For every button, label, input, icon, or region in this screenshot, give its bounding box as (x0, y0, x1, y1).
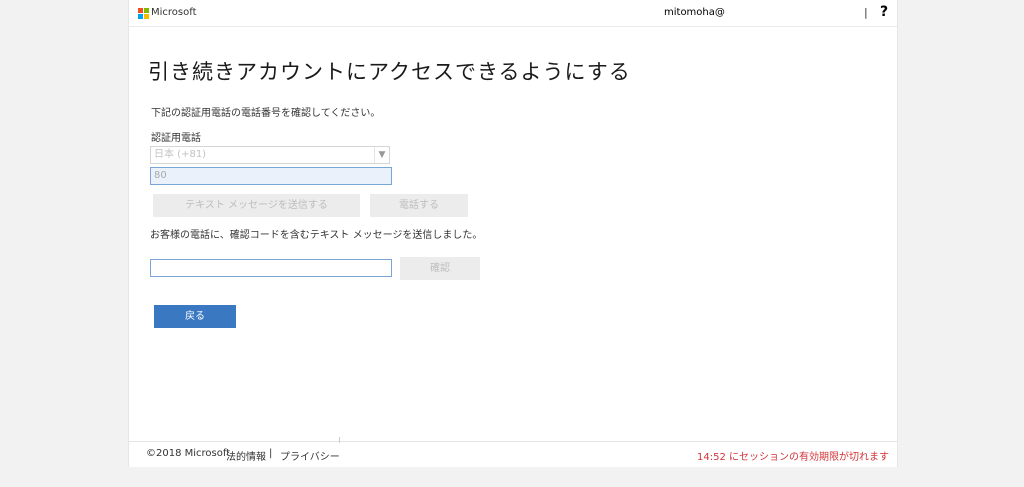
header-separator: | (864, 6, 868, 19)
help-icon[interactable]: ? (880, 4, 888, 20)
page-container: Microsoft mitomoha@ | ? 引き続きアカウントにアクセスでき… (128, 0, 898, 467)
footer-separator: | (269, 448, 273, 459)
user-account[interactable]: mitomoha@ (664, 7, 725, 18)
chevron-down-icon: ▼ (374, 147, 389, 163)
description: 下記の認証用電話の電話番号を確認してください。 (151, 108, 381, 119)
phone-number-field[interactable]: 80 (150, 167, 392, 185)
footer-divider (129, 441, 897, 442)
privacy-link[interactable]: プライバシー (280, 448, 340, 463)
sms-sent-message: お客様の電話に、確認コードを含むテキスト メッセージを送信しました。 (150, 230, 483, 241)
phone-label: 認証用電話 (151, 133, 201, 144)
copyright: ©2018 Microsoft (146, 448, 231, 459)
brand-name: Microsoft (151, 7, 197, 18)
legal-link[interactable]: 法的情報 (226, 448, 266, 463)
country-select[interactable]: 日本 (+81) ▼ (150, 146, 390, 164)
call-button[interactable]: 電話する (370, 194, 468, 217)
back-button[interactable]: 戻る (154, 305, 236, 328)
verification-code-input[interactable] (150, 259, 392, 277)
confirm-button[interactable]: 確認 (400, 257, 480, 280)
session-expiry-message: 14:52 にセッションの有効期限が切れます (697, 452, 889, 463)
footer-divider-mark (339, 437, 340, 443)
top-bar: Microsoft mitomoha@ | ? (129, 0, 897, 27)
microsoft-logo-icon (138, 8, 149, 19)
page-title: 引き続きアカウントにアクセスできるようにする (148, 60, 631, 84)
country-select-value: 日本 (+81) (154, 149, 207, 160)
send-sms-button[interactable]: テキスト メッセージを送信する (153, 194, 360, 217)
